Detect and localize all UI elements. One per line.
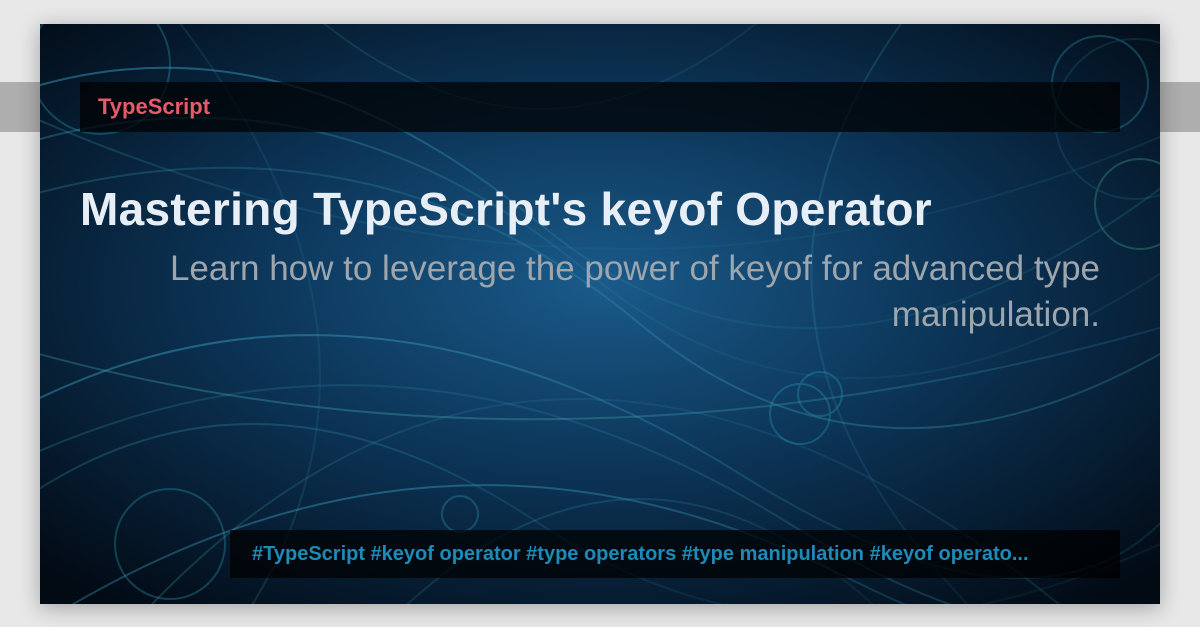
article-title: Mastering TypeScript's keyof Operator	[80, 182, 932, 236]
article-subtitle: Learn how to leverage the power of keyof…	[80, 246, 1100, 337]
category-bar: TypeScript	[80, 82, 1120, 132]
article-card: TypeScript Mastering TypeScript's keyof …	[40, 24, 1160, 604]
category-label: TypeScript	[98, 94, 210, 120]
article-tags: #TypeScript #keyof operator #type operat…	[252, 543, 1029, 566]
tag-bar: #TypeScript #keyof operator #type operat…	[230, 530, 1120, 578]
